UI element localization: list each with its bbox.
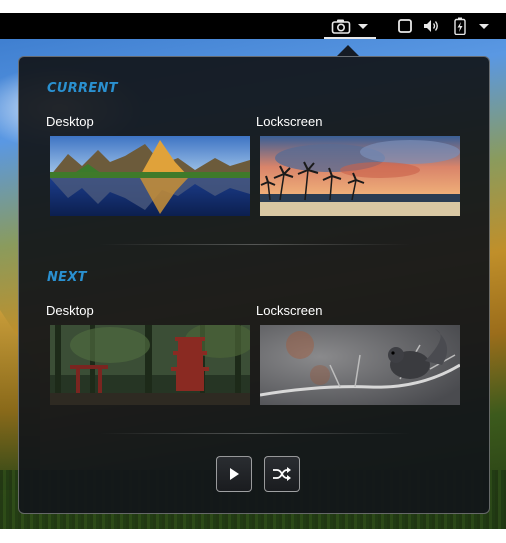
shuffle-button[interactable]: [264, 456, 300, 492]
window-icon[interactable]: [395, 13, 415, 39]
wallpaper-popover: CURRENT Desktop Lockscreen NEXT Desktop …: [18, 56, 490, 514]
popover-arrow: [337, 45, 359, 56]
bottom-margin: [0, 529, 506, 543]
system-menu-chevron-down-icon[interactable]: [474, 13, 494, 39]
current-desktop-thumbnail[interactable]: [50, 136, 250, 216]
current-desktop-label: Desktop: [46, 114, 94, 129]
next-lockscreen-label: Lockscreen: [256, 303, 323, 318]
current-lockscreen-thumbnail[interactable]: [260, 136, 460, 216]
battery-icon[interactable]: [450, 13, 470, 39]
shuffle-icon: [273, 467, 291, 481]
screen: CURRENT Desktop Lockscreen NEXT Desktop …: [0, 0, 506, 543]
wallpaper-indicator-button[interactable]: [324, 13, 376, 39]
active-indicator-underline: [324, 37, 376, 39]
controls-divider: [99, 433, 411, 434]
current-section-title: CURRENT: [47, 81, 118, 96]
play-icon: [230, 468, 239, 480]
next-lockscreen-thumbnail[interactable]: [260, 325, 460, 405]
next-section-title: NEXT: [47, 270, 87, 285]
play-button[interactable]: [216, 456, 252, 492]
chevron-down-icon: [358, 24, 368, 29]
top-margin: [0, 0, 506, 13]
camera-icon: [331, 19, 351, 34]
volume-icon[interactable]: [420, 13, 444, 39]
next-desktop-thumbnail[interactable]: [50, 325, 250, 405]
current-lockscreen-label: Lockscreen: [256, 114, 323, 129]
section-divider: [99, 244, 411, 245]
next-desktop-label: Desktop: [46, 303, 94, 318]
